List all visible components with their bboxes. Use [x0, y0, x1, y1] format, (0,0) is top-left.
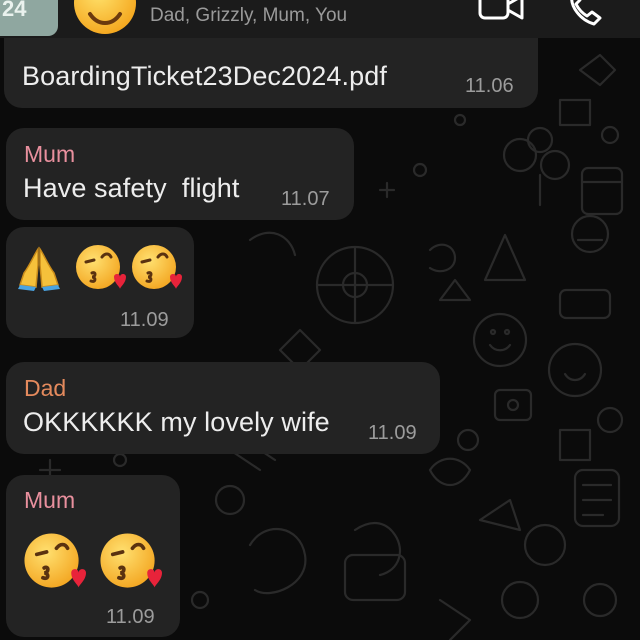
chat-screen: 24 Dad, Grizzly, Mum, You BoardingTicket… [0, 0, 640, 640]
message-time: 11.09 [368, 422, 417, 444]
document-filename[interactable]: BoardingTicket23Dec2024.pdf [22, 61, 387, 92]
message-time: 11.07 [281, 188, 330, 210]
message-bubble[interactable]: Mum Have safety flight 11.07 [6, 128, 354, 220]
phone-call-icon[interactable] [566, 0, 606, 28]
face-blowing-kiss-emoji [76, 245, 126, 289]
message-time: 11.09 [120, 309, 169, 331]
emoji-message-bubble[interactable]: Mum 11.09 [6, 475, 180, 637]
group-avatar[interactable]: 24 [0, 0, 58, 36]
face-blowing-kiss-emoji [132, 245, 182, 289]
sender-name[interactable]: Dad [24, 375, 66, 402]
emoji-message-bubble[interactable]: 11.09 [6, 227, 194, 338]
smiling-face-icon [74, 0, 136, 34]
video-call-icon[interactable] [478, 0, 524, 22]
sender-name[interactable]: Mum [24, 141, 75, 168]
group-avatar-text: 24 [2, 0, 27, 21]
message-text: OKKKKKK my lovely wife [23, 407, 330, 437]
message-time: 11.06 [465, 75, 514, 97]
chat-header: 24 Dad, Grizzly, Mum, You [0, 0, 640, 38]
sender-name[interactable]: Mum [24, 487, 75, 514]
message-time: 11.09 [106, 606, 155, 628]
folded-hands-emoji [18, 246, 60, 291]
face-blowing-kiss-emoji [24, 533, 86, 588]
face-blowing-kiss-emoji [100, 533, 162, 588]
message-bubble[interactable]: Dad OKKKKKK my lovely wife 11.09 [6, 362, 440, 454]
message-text: Have safety flight [23, 173, 240, 203]
group-participants[interactable]: Dad, Grizzly, Mum, You [150, 5, 347, 27]
